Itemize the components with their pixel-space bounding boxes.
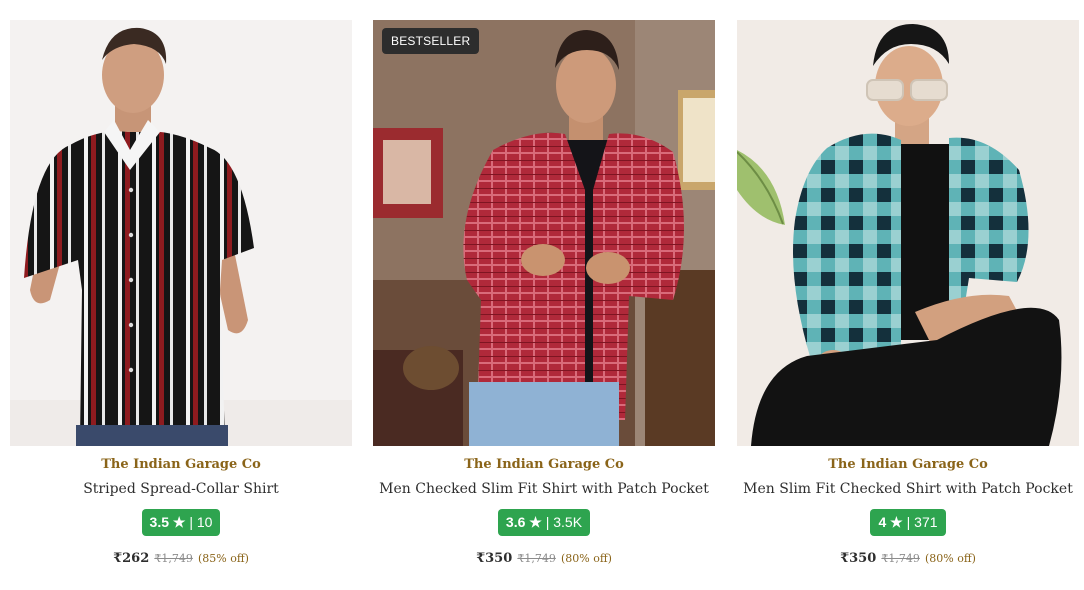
rating-container: 3.6 ★ | 3.5K	[373, 509, 715, 536]
bestseller-badge: BESTSELLER	[382, 28, 480, 54]
product-brand: The Indian Garage Co	[464, 457, 624, 472]
original-price: ₹1,749	[517, 552, 556, 565]
discount-percent: (80% off)	[560, 552, 612, 565]
star-icon: ★	[172, 514, 186, 530]
product-image[interactable]	[737, 20, 1079, 446]
rating-value: 4	[878, 514, 887, 530]
star-icon: ★	[529, 514, 542, 530]
product-brand: The Indian Garage Co	[828, 457, 988, 472]
discount-percent: (85% off)	[197, 552, 249, 565]
product-image[interactable]	[373, 20, 715, 446]
product-brand: The Indian Garage Co	[101, 457, 261, 472]
product-title[interactable]: Men Checked Slim Fit Shirt with Patch Po…	[373, 481, 715, 497]
product-title[interactable]: Men Slim Fit Checked Shirt with Patch Po…	[737, 481, 1079, 497]
product-grid: The Indian Garage Co Striped Spread-Coll…	[0, 0, 1084, 590]
sale-price: ₹350	[476, 551, 513, 566]
price-row: ₹350 ₹1,749 (80% off)	[737, 547, 1079, 566]
rating-container: 3.5 ★ | 10	[10, 509, 352, 536]
rating-badge: 4 ★ | 371	[870, 509, 946, 536]
rating-value: 3.5	[149, 514, 169, 530]
product-card[interactable]: The Indian Garage Co Striped Spread-Coll…	[10, 0, 352, 590]
original-price: ₹1,749	[154, 552, 193, 565]
rating-count: | 10	[189, 514, 213, 530]
product-card[interactable]: BESTSELLER The Indian Garage Co Men Chec…	[373, 0, 715, 590]
star-icon: ★	[890, 514, 903, 530]
discount-percent: (80% off)	[924, 552, 976, 565]
rating-badge: 3.6 ★ | 3.5K	[497, 509, 591, 536]
sale-price: ₹350	[840, 551, 877, 566]
rating-count: | 371	[906, 514, 938, 530]
product-image[interactable]	[10, 20, 352, 446]
rating-count: | 3.5K	[545, 514, 583, 530]
rating-badge: 3.5 ★ | 10	[141, 509, 221, 536]
original-price: ₹1,749	[881, 552, 920, 565]
product-title[interactable]: Striped Spread-Collar Shirt	[10, 481, 352, 497]
rating-container: 4 ★ | 371	[737, 509, 1079, 536]
price-row: ₹350 ₹1,749 (80% off)	[373, 547, 715, 566]
sale-price: ₹262	[113, 551, 150, 566]
product-card[interactable]: The Indian Garage Co Men Slim Fit Checke…	[737, 0, 1079, 590]
price-row: ₹262 ₹1,749 (85% off)	[10, 547, 352, 566]
rating-value: 3.6	[505, 514, 526, 530]
